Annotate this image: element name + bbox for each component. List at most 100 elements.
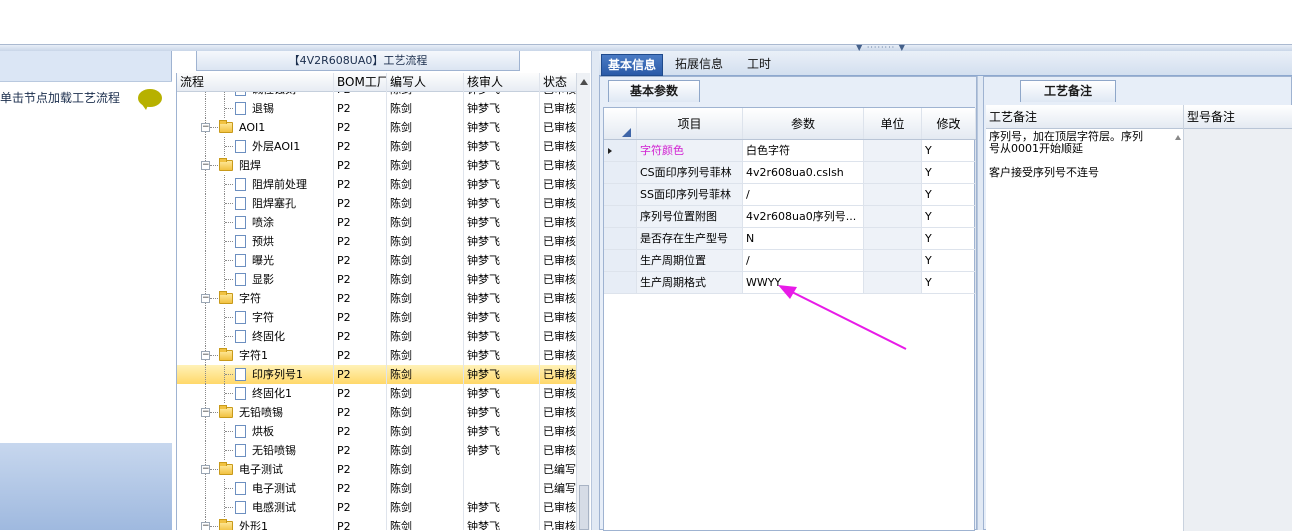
tree-row[interactable]: − 外形1 P2 陈剑 钟梦飞 已审核 <box>177 517 576 530</box>
col-header-unit[interactable]: 单位 <box>864 108 922 139</box>
tree-node-cell[interactable]: − AOI1 <box>177 118 334 137</box>
tab-process-notes[interactable]: 工艺备注 <box>1020 80 1116 102</box>
tree-node-cell[interactable]: 外层AOI1 <box>177 137 334 156</box>
tree-row[interactable]: 阻焊塞孔 P2 陈剑 钟梦飞 已审核 <box>177 194 576 213</box>
row-header[interactable] <box>604 140 637 161</box>
tree-node-cell[interactable]: − 无铅喷锡 <box>177 403 334 422</box>
tree-node-cell[interactable]: 退锡 <box>177 99 334 118</box>
tab-work-hours[interactable]: 工时 <box>741 54 777 76</box>
tree-row[interactable]: 显影 P2 陈剑 钟梦飞 已审核 <box>177 270 576 289</box>
tab-extended-info[interactable]: 拓展信息 <box>669 54 729 76</box>
tree-row[interactable]: 喷涂 P2 陈剑 钟梦飞 已审核 <box>177 213 576 232</box>
tree-row[interactable]: 烘板 P2 陈剑 钟梦飞 已审核 <box>177 422 576 441</box>
note-scrollbar[interactable] <box>1172 129 1184 531</box>
collapse-toggle-icon[interactable]: − <box>201 522 210 530</box>
collapse-toggle-icon[interactable]: − <box>201 351 210 360</box>
param-row[interactable]: 字符颜色 白色字符 Y <box>604 140 976 162</box>
note-scroll-up-icon[interactable] <box>1175 135 1181 140</box>
tree-row[interactable]: 无铅喷锡 P2 陈剑 钟梦飞 已审核 <box>177 441 576 460</box>
col-header-modify[interactable]: 修改 <box>922 108 976 139</box>
tree-node-cell[interactable]: 终固化 <box>177 327 334 346</box>
param-row[interactable]: 是否存在生产型号 N Y <box>604 228 976 250</box>
collapse-toggle-icon[interactable]: − <box>201 294 210 303</box>
col-header-status[interactable]: 状态 <box>540 73 576 92</box>
tree-node-cell[interactable]: 阻焊前处理 <box>177 175 334 194</box>
tree-node-cell[interactable]: − 外形1 <box>177 517 334 530</box>
col-header-flow[interactable]: 流程 <box>177 73 334 92</box>
param-value-cell[interactable]: N <box>743 228 864 249</box>
tree-row[interactable]: 字符 P2 陈剑 钟梦飞 已审核 <box>177 308 576 327</box>
row-header[interactable] <box>604 162 637 183</box>
param-value-cell[interactable]: 白色字符 <box>743 140 864 161</box>
col-header-item[interactable]: 项目 <box>637 108 743 139</box>
scroll-thumb[interactable] <box>579 485 589 530</box>
tree-row[interactable]: 电子测试 P2 陈剑 已编写 <box>177 479 576 498</box>
tree-row[interactable]: 退锡 P2 陈剑 钟梦飞 已审核 <box>177 99 576 118</box>
tree-row[interactable]: 曝光 P2 陈剑 钟梦飞 已审核 <box>177 251 576 270</box>
col-header-reviewer[interactable]: 核审人 <box>464 73 540 92</box>
collapse-toggle-icon[interactable]: − <box>201 465 210 474</box>
tree-node-cell[interactable]: 印序列号1 <box>177 365 334 384</box>
tree-node-cell[interactable]: 曝光 <box>177 251 334 270</box>
tree-row[interactable]: − 阻焊 P2 陈剑 钟梦飞 已审核 <box>177 156 576 175</box>
col-header-bom[interactable]: BOM工厂 <box>334 73 387 92</box>
row-header[interactable] <box>604 272 637 293</box>
tree-node-cell[interactable]: − 字符1 <box>177 346 334 365</box>
col-header-writer[interactable]: 编写人 <box>387 73 464 92</box>
tree-row[interactable]: 电感测试 P2 陈剑 钟梦飞 已审核 <box>177 498 576 517</box>
load-flow-hint[interactable]: 单击节点加载工艺流程 <box>0 89 120 106</box>
param-value-cell[interactable]: / <box>743 184 864 205</box>
tree-node-cell[interactable]: 电子测试 <box>177 479 334 498</box>
tree-node-cell[interactable]: 电感测试 <box>177 498 334 517</box>
param-row[interactable]: 序列号位置附图 4v2r608ua0序列号... Y <box>604 206 976 228</box>
tree-node-cell[interactable]: − 阻焊 <box>177 156 334 175</box>
tree-node-cell[interactable]: − 字符 <box>177 289 334 308</box>
collapse-toggle-icon[interactable]: − <box>201 161 210 170</box>
collapse-toggle-icon[interactable]: − <box>201 123 210 132</box>
tree-row[interactable]: 终固化 P2 陈剑 钟梦飞 已审核 <box>177 327 576 346</box>
param-value-cell[interactable]: WWYY <box>743 272 864 293</box>
tree-node-cell[interactable]: 显影 <box>177 270 334 289</box>
row-header[interactable] <box>604 184 637 205</box>
vertical-splitter-left[interactable] <box>591 51 599 530</box>
scroll-up-icon[interactable] <box>580 79 588 85</box>
tree-node-cell[interactable]: 烘板 <box>177 422 334 441</box>
param-row[interactable]: 生产周期格式 WWYY Y <box>604 272 976 294</box>
col-header-value[interactable]: 参数 <box>743 108 864 139</box>
model-note-area[interactable] <box>1184 129 1292 531</box>
tree-row[interactable]: − 字符1 P2 陈剑 钟梦飞 已审核 <box>177 346 576 365</box>
tree-node-cell[interactable]: 终固化1 <box>177 384 334 403</box>
param-row[interactable]: SS面印序列号菲林 / Y <box>604 184 976 206</box>
tab-basic-info[interactable]: 基本信息 <box>601 54 664 76</box>
tree-node-cell[interactable]: − 电子测试 <box>177 460 334 479</box>
tree-row[interactable]: − AOI1 P2 陈剑 钟梦飞 已审核 <box>177 118 576 137</box>
tree-node-cell[interactable]: 字符 <box>177 308 334 327</box>
col-header-process-note[interactable]: 工艺备注 <box>986 105 1184 129</box>
param-value-cell[interactable]: 4v2r608ua0.cslsh <box>743 162 864 183</box>
tree-row[interactable]: 外层AOI1 P2 陈剑 钟梦飞 已审核 <box>177 137 576 156</box>
tree-row[interactable]: − 字符 P2 陈剑 钟梦飞 已审核 <box>177 289 576 308</box>
tree-scrollbar[interactable] <box>576 73 590 530</box>
col-header-model-note[interactable]: 型号备注 <box>1184 105 1292 129</box>
process-note-text[interactable]: 序列号，加在顶层字符层。序列 号从0001开始顺延 客户接受序列号不连号 <box>986 129 1184 531</box>
tree-row[interactable]: 终固化1 P2 陈剑 钟梦飞 已审核 <box>177 384 576 403</box>
tree-node-cell[interactable]: 预烘 <box>177 232 334 251</box>
tree-row[interactable]: 阻焊前处理 P2 陈剑 钟梦飞 已审核 <box>177 175 576 194</box>
horizontal-splitter[interactable]: ▼ ········ ▼ <box>0 44 1292 52</box>
param-row[interactable]: CS面印序列号菲林 4v2r608ua0.cslsh Y <box>604 162 976 184</box>
collapse-toggle-icon[interactable]: − <box>201 408 210 417</box>
tree-node-cell[interactable]: 无铅喷锡 <box>177 441 334 460</box>
param-row[interactable]: 生产周期位置 / Y <box>604 250 976 272</box>
tree-row[interactable]: 预烘 P2 陈剑 钟梦飞 已审核 <box>177 232 576 251</box>
tree-node-cell[interactable]: 阻焊塞孔 <box>177 194 334 213</box>
param-value-cell[interactable]: / <box>743 250 864 271</box>
tree-node-cell[interactable]: 喷涂 <box>177 213 334 232</box>
row-header[interactable] <box>604 228 637 249</box>
tab-basic-params[interactable]: 基本参数 <box>608 80 700 102</box>
tree-row[interactable]: − 电子测试 P2 陈剑 已编写 <box>177 460 576 479</box>
row-header[interactable] <box>604 206 637 227</box>
row-header[interactable] <box>604 250 637 271</box>
tree-row[interactable]: 印序列号1 P2 陈剑 钟梦飞 已审核 <box>177 365 576 384</box>
param-value-cell[interactable]: 4v2r608ua0序列号... <box>743 206 864 227</box>
tree-row[interactable]: − 无铅喷锡 P2 陈剑 钟梦飞 已审核 <box>177 403 576 422</box>
